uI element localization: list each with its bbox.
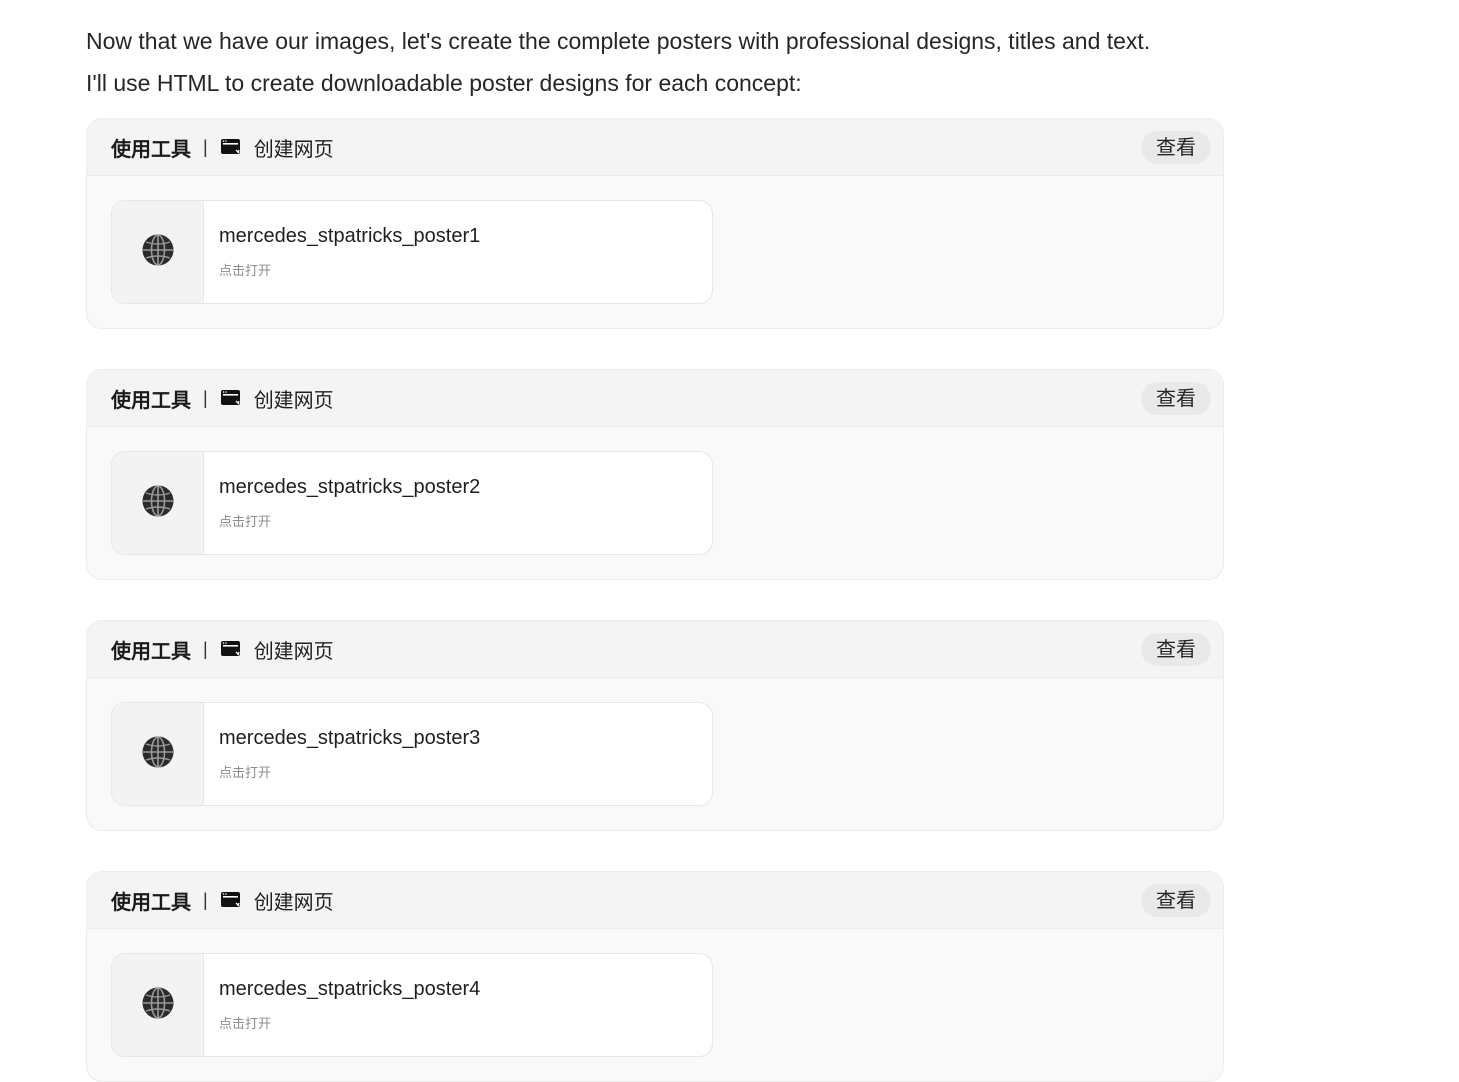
view-button[interactable]: 查看: [1141, 633, 1211, 666]
tool-call-header: 使用工具 | 创建网页 查看: [87, 370, 1223, 427]
tool-label: 使用工具: [111, 889, 191, 914]
webpage-file-item[interactable]: mercedes_stpatricks_poster1 点击打开: [111, 200, 713, 304]
file-open-hint: 点击打开: [219, 515, 272, 530]
file-thumbnail: [112, 954, 204, 1056]
file-name: mercedes_stpatricks_poster3: [219, 727, 481, 749]
file-open-hint: 点击打开: [219, 1017, 272, 1032]
tool-call-card: 使用工具 | 创建网页 查看 mercedes_stpatricks_poste…: [86, 369, 1224, 580]
webpage-window-icon: [220, 138, 242, 156]
tool-name: 创建网页: [253, 889, 334, 914]
tool-call-header: 使用工具 | 创建网页 查看: [87, 872, 1223, 929]
file-open-hint: 点击打开: [219, 766, 272, 781]
file-name: mercedes_stpatricks_poster1: [219, 225, 481, 247]
message-line: I'll use HTML to create downloadable pos…: [86, 70, 802, 96]
view-button[interactable]: 查看: [1141, 884, 1211, 917]
tool-name: 创建网页: [253, 638, 334, 663]
tool-call-list: 使用工具 | 创建网页 查看 mercedes_stpatricks_poste…: [86, 118, 1224, 1082]
file-name: mercedes_stpatricks_poster4: [219, 978, 481, 1000]
view-button[interactable]: 查看: [1141, 382, 1211, 415]
tool-label: 使用工具: [111, 136, 191, 161]
separator: |: [203, 387, 208, 408]
separator: |: [203, 638, 208, 659]
separator: |: [203, 889, 208, 910]
file-open-hint: 点击打开: [219, 264, 272, 279]
globe-icon: [141, 986, 175, 1025]
webpage-file-item[interactable]: mercedes_stpatricks_poster3 点击打开: [111, 702, 713, 806]
assistant-message: Now that we have our images, let's creat…: [86, 20, 1150, 104]
tool-label: 使用工具: [111, 638, 191, 663]
tool-name: 创建网页: [253, 387, 334, 412]
view-button[interactable]: 查看: [1141, 131, 1211, 164]
tool-call-card: 使用工具 | 创建网页 查看 mercedes_stpatricks_poste…: [86, 118, 1224, 329]
webpage-file-item[interactable]: mercedes_stpatricks_poster2 点击打开: [111, 451, 713, 555]
file-thumbnail: [112, 452, 204, 554]
file-thumbnail: [112, 201, 204, 303]
webpage-file-item[interactable]: mercedes_stpatricks_poster4 点击打开: [111, 953, 713, 1057]
tool-name: 创建网页: [253, 136, 334, 161]
globe-icon: [141, 233, 175, 272]
tool-call-card: 使用工具 | 创建网页 查看 mercedes_stpatricks_poste…: [86, 871, 1224, 1082]
webpage-window-icon: [220, 640, 242, 658]
globe-icon: [141, 484, 175, 523]
tool-call-header: 使用工具 | 创建网页 查看: [87, 119, 1223, 176]
message-line: Now that we have our images, let's creat…: [86, 28, 1151, 54]
file-name: mercedes_stpatricks_poster2: [219, 476, 481, 498]
tool-call-card: 使用工具 | 创建网页 查看 mercedes_stpatricks_poste…: [86, 620, 1224, 831]
tool-call-header: 使用工具 | 创建网页 查看: [87, 621, 1223, 678]
separator: |: [203, 136, 208, 157]
tool-label: 使用工具: [111, 387, 191, 412]
file-thumbnail: [112, 703, 204, 805]
webpage-window-icon: [220, 891, 242, 909]
webpage-window-icon: [220, 389, 242, 407]
globe-icon: [141, 735, 175, 774]
